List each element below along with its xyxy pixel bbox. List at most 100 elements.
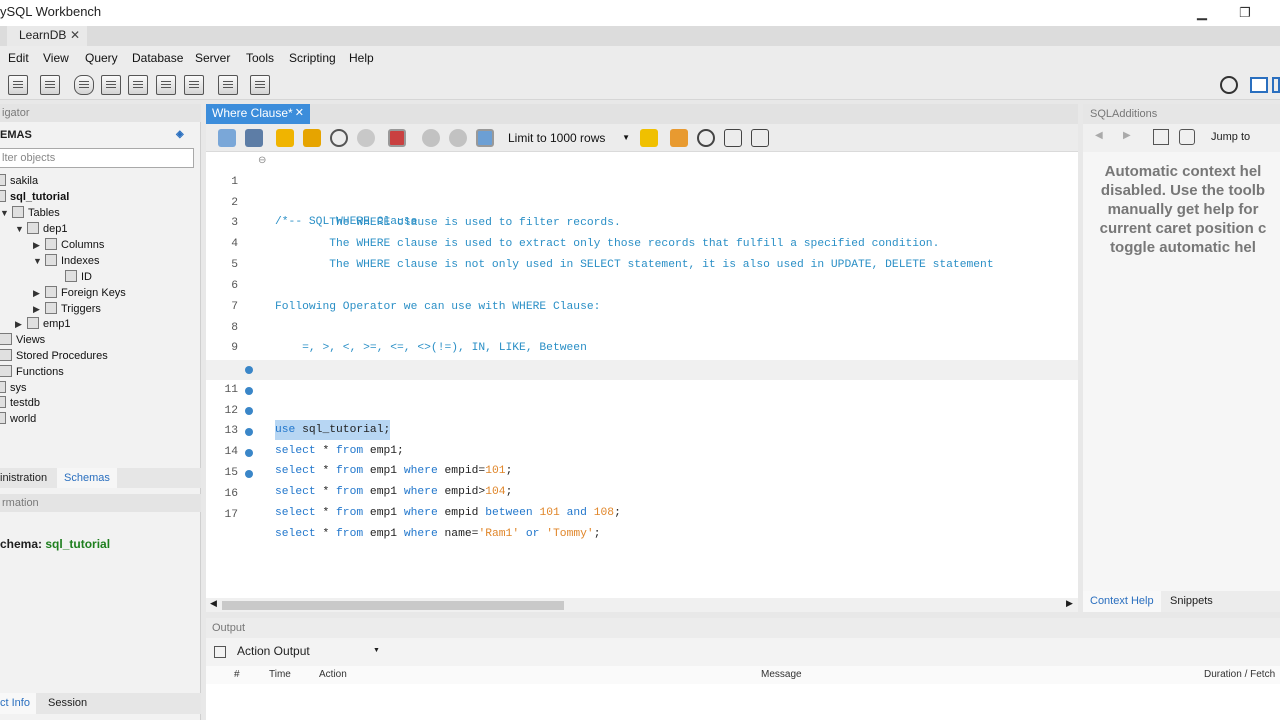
output-type-select[interactable]: Action Output ▼ (237, 644, 383, 660)
expand-arrow-icon[interactable]: ▼ (33, 256, 42, 266)
column-header-action[interactable]: Action (319, 669, 347, 680)
tree-item-columns[interactable]: ▶ Columns (33, 238, 104, 251)
menu-tools[interactable]: Tools (246, 51, 274, 65)
column-header-time[interactable]: Time (269, 669, 291, 680)
code-line: 8 (231, 322, 238, 334)
find-icon[interactable] (697, 129, 715, 147)
search-table-data-icon[interactable] (218, 75, 238, 95)
save-icon[interactable] (245, 129, 263, 147)
tree-item-id[interactable]: ID (65, 270, 92, 283)
tab-session[interactable]: Session (48, 697, 87, 709)
tree-item-functions[interactable]: Functions (0, 365, 64, 378)
code-line: 2 (231, 197, 238, 209)
menu-help[interactable]: Help (349, 51, 374, 65)
restore-button[interactable]: ❐ (1231, 2, 1259, 24)
word-wrap-icon[interactable] (751, 129, 769, 147)
column-header-duration[interactable]: Duration / Fetch (1204, 669, 1275, 680)
menu-view[interactable]: View (43, 51, 69, 65)
filter-objects-input[interactable]: lter objects (0, 148, 194, 168)
scroll-left-icon[interactable]: ◀ (210, 598, 217, 609)
tab-schemas[interactable]: Schemas (57, 468, 117, 488)
toggle-sidebar-icon[interactable] (1250, 77, 1268, 93)
manual-help-icon[interactable] (1153, 129, 1169, 145)
horizontal-scrollbar[interactable]: ◀ ▶ (206, 598, 1078, 612)
execute-current-icon[interactable] (303, 129, 321, 147)
code-line: 10*/ (206, 339, 1078, 375)
limit-rows-select[interactable]: Limit to 1000 rows ▼ (508, 129, 630, 147)
menu-server[interactable]: Server (195, 51, 230, 65)
stop-icon[interactable] (357, 129, 375, 147)
reconnect-icon[interactable] (250, 75, 270, 95)
menu-edit[interactable]: Edit (8, 51, 29, 65)
tab-snippets[interactable]: Snippets (1170, 595, 1213, 607)
tree-item-dep1[interactable]: ▼ dep1 (15, 222, 67, 235)
tree-item-stored-procedures[interactable]: Stored Procedures (0, 349, 108, 362)
commit-icon[interactable] (422, 129, 440, 147)
minimize-button[interactable]: ▁ (1188, 2, 1216, 24)
execute-icon[interactable] (276, 129, 294, 147)
open-file-icon[interactable] (218, 129, 236, 147)
forward-icon[interactable]: ▶ (1123, 130, 1131, 141)
new-sql-tab-icon[interactable] (8, 75, 28, 95)
back-icon[interactable]: ◀ (1095, 130, 1103, 141)
autocommit-icon[interactable] (476, 129, 494, 147)
expand-arrow-icon[interactable]: ▼ (15, 224, 24, 234)
tree-item-triggers[interactable]: ▶ Triggers (33, 302, 101, 315)
invisible-chars-icon[interactable] (724, 129, 742, 147)
auto-help-icon[interactable] (1179, 129, 1195, 145)
refresh-schemas-icon[interactable]: ◈ (176, 126, 184, 144)
collapse-arrow-icon[interactable]: ▶ (15, 319, 24, 330)
tree-item-testdb[interactable]: testdb (0, 396, 40, 409)
collapse-arrow-icon[interactable]: ▶ (33, 288, 42, 299)
navigator-sidebar: igator EMAS ◈ lter objects sakila sql_tu… (0, 104, 201, 720)
editor-tabs: Where Clause* ✕ (206, 104, 1078, 124)
menu-database[interactable]: Database (132, 51, 183, 65)
close-editor-tab-icon[interactable]: ✕ (295, 104, 304, 123)
fold-icon[interactable]: ⊖ (258, 152, 266, 172)
column-header-number[interactable]: # (234, 669, 240, 680)
tree-item-sql-tutorial[interactable]: sql_tutorial (0, 190, 69, 203)
tree-item-world[interactable]: world (0, 412, 36, 425)
rollback-icon[interactable] (449, 129, 467, 147)
create-view-icon[interactable] (128, 75, 148, 95)
column-header-message[interactable]: Message (761, 669, 802, 680)
editor-tab-where-clause[interactable]: Where Clause* ✕ (206, 104, 310, 124)
tree-item-indexes[interactable]: ▼ Indexes (33, 254, 100, 267)
settings-icon[interactable] (1220, 76, 1238, 94)
tree-item-emp1[interactable]: ▶ emp1 (15, 317, 71, 330)
tab-administration[interactable]: inistration (0, 472, 47, 484)
sql-additions-tabs: Context Help Snippets (1083, 591, 1280, 612)
create-procedure-icon[interactable] (156, 75, 176, 95)
navigator-header: igator (0, 104, 201, 122)
explain-icon[interactable] (330, 129, 348, 147)
tree-item-tables[interactable]: ▼ Tables (0, 206, 60, 219)
create-table-icon[interactable] (101, 75, 121, 95)
tree-item-foreign-keys[interactable]: ▶ Foreign Keys (33, 286, 126, 299)
toggle-output-icon[interactable] (1272, 77, 1280, 93)
jump-to-label[interactable]: Jump to (1211, 131, 1250, 143)
collapse-arrow-icon[interactable]: ▶ (33, 240, 42, 251)
menu-query[interactable]: Query (85, 51, 118, 65)
scroll-right-icon[interactable]: ▶ (1066, 598, 1073, 609)
tree-item-views[interactable]: Views (0, 333, 45, 346)
tab-object-info[interactable]: ct Info (0, 693, 36, 714)
create-schema-icon[interactable] (74, 75, 94, 95)
close-connection-icon[interactable]: ✕ (70, 26, 80, 45)
beautify-icon[interactable] (670, 129, 688, 147)
add-snippet-icon[interactable] (640, 129, 658, 147)
tree-item-sys[interactable]: sys (0, 381, 27, 394)
scrollbar-thumb[interactable] (222, 601, 564, 610)
tree-item-sakila[interactable]: sakila (0, 174, 38, 187)
code-editor[interactable]: 1 ⊖ /*-- SQL WHERE Clause 2 3 The WHERE … (206, 152, 1078, 598)
create-function-icon[interactable] (184, 75, 204, 95)
copy-output-icon[interactable] (214, 646, 226, 658)
connection-tab-learndb[interactable]: LearnDB ✕ (7, 26, 87, 46)
menu-scripting[interactable]: Scripting (289, 51, 336, 65)
code-line: 12 select * from emp1; (206, 381, 1078, 457)
collapse-arrow-icon[interactable]: ▶ (33, 304, 42, 315)
open-sql-script-icon[interactable] (40, 75, 60, 95)
toggle-error-icon[interactable] (388, 129, 406, 147)
expand-arrow-icon[interactable]: ▼ (0, 208, 9, 218)
tab-context-help[interactable]: Context Help (1083, 591, 1161, 612)
statement-marker-icon (245, 470, 253, 478)
